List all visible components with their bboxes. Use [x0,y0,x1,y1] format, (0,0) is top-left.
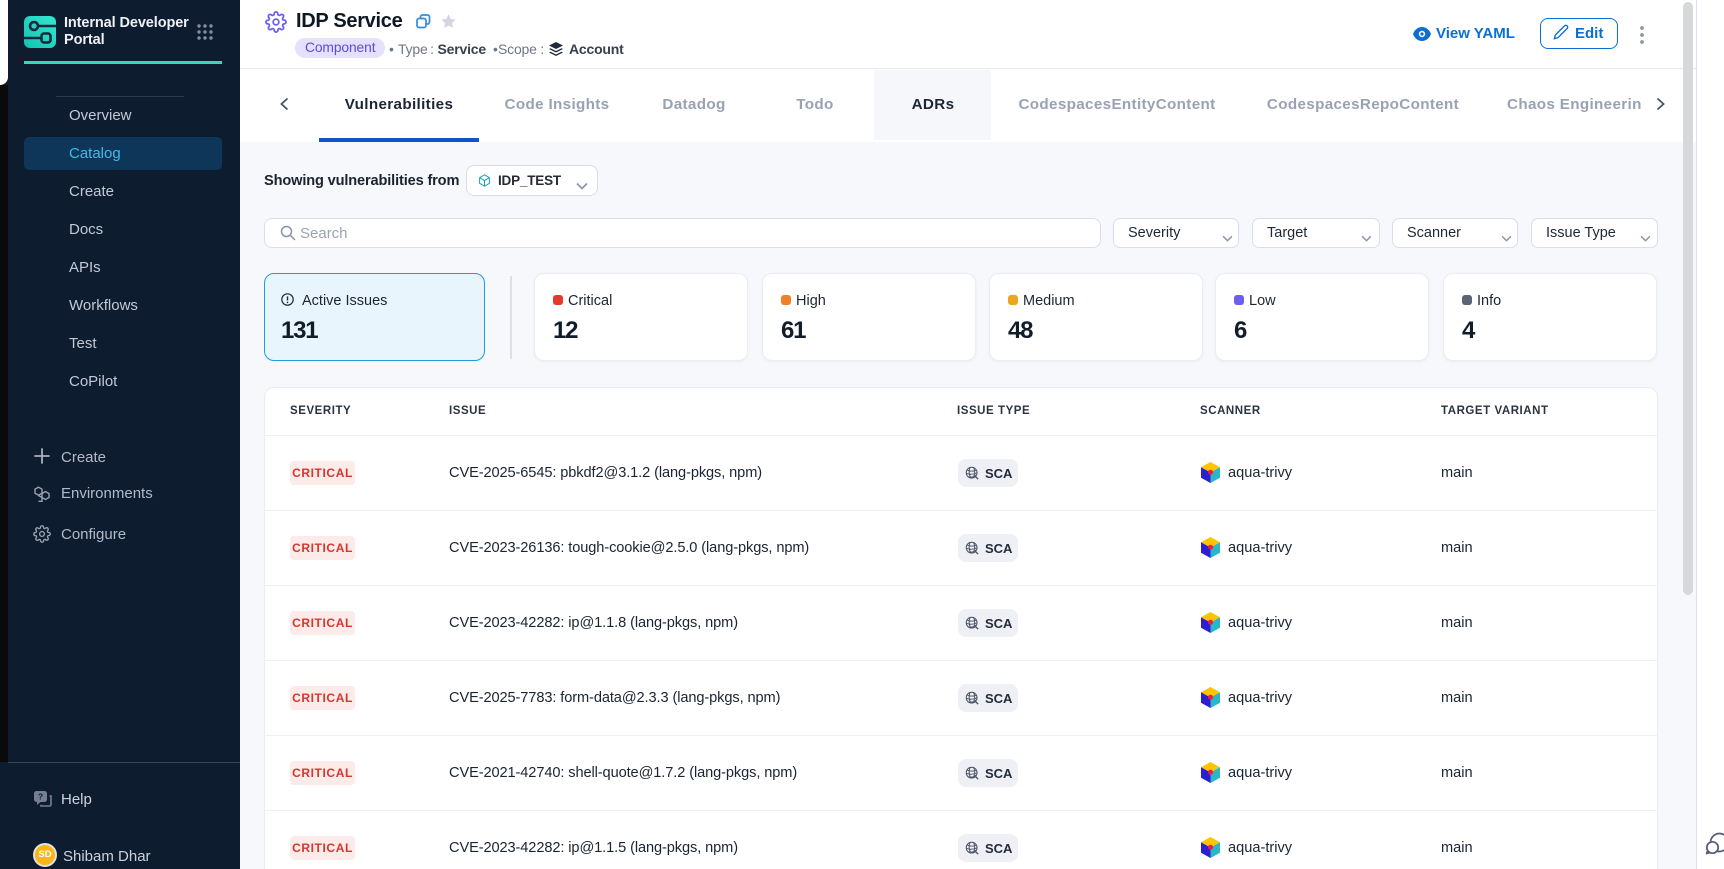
svg-text:?: ? [38,792,43,802]
